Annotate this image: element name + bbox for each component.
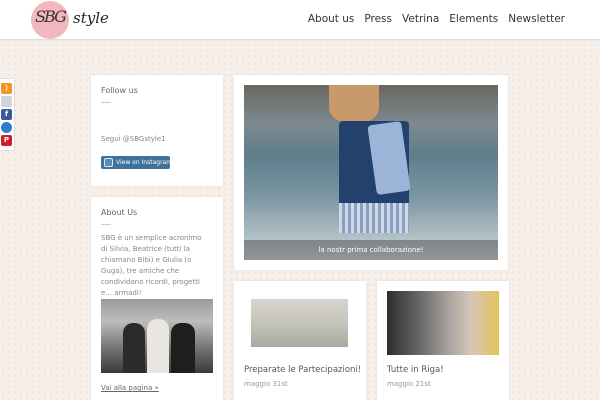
nav-item-newsletter[interactable]: Newsletter bbox=[508, 13, 565, 25]
featured-image[interactable]: la nostr prima collaborazione! bbox=[244, 85, 498, 260]
nav-item-vetrina[interactable]: Vetrina bbox=[402, 13, 439, 25]
photo-person bbox=[147, 319, 169, 373]
about-photo[interactable] bbox=[101, 299, 213, 373]
photo-dress-hem bbox=[339, 203, 409, 233]
main-nav: About us Press Vetrina Elements Newslett… bbox=[308, 13, 565, 25]
nav-item-press[interactable]: Press bbox=[364, 13, 392, 25]
facebook-icon[interactable]: f bbox=[1, 109, 12, 120]
web-icon[interactable] bbox=[1, 122, 12, 133]
post-thumbnail[interactable] bbox=[387, 291, 499, 355]
view-on-instagram-button[interactable]: View on Instagram bbox=[101, 156, 173, 169]
nav-item-about-us[interactable]: About us bbox=[308, 13, 355, 25]
mail-icon[interactable] bbox=[1, 96, 12, 107]
about-page-link[interactable]: Vai alla pagina » bbox=[101, 384, 159, 392]
about-text: SBG è un semplice acronimo di Silvia, Be… bbox=[101, 234, 202, 297]
logo-monogram: SBG bbox=[35, 7, 67, 26]
logo-wordmark[interactable]: style bbox=[73, 9, 109, 27]
instagram-icon bbox=[104, 158, 113, 167]
post-title[interactable]: Tutte in Riga! bbox=[387, 365, 444, 375]
follow-widget: Follow us Segui @SBGstyle1 View on Insta… bbox=[91, 75, 223, 186]
about-widget-title: About Us bbox=[101, 208, 138, 217]
pinterest-icon[interactable]: P bbox=[1, 135, 12, 146]
nav-item-elements[interactable]: Elements bbox=[449, 13, 498, 25]
photo-person bbox=[171, 323, 195, 373]
featured-post: la nostr prima collaborazione! bbox=[234, 75, 508, 270]
photo-person bbox=[123, 323, 145, 373]
logo[interactable]: SBG bbox=[31, 1, 69, 39]
title-divider bbox=[101, 102, 111, 103]
featured-caption[interactable]: la nostr prima collaborazione! bbox=[244, 240, 498, 260]
instagram-handle: Segui @SBGstyle1 bbox=[101, 135, 166, 143]
title-divider bbox=[101, 224, 111, 225]
post-card: Tutte in Riga! maggio 21st bbox=[377, 281, 509, 400]
rss-icon[interactable]: ) bbox=[1, 83, 12, 94]
post-title[interactable]: Preparate le Partecipazioni! bbox=[244, 365, 361, 375]
follow-widget-title: Follow us bbox=[101, 86, 138, 95]
site-header: SBG style About us Press Vetrina Element… bbox=[0, 0, 600, 40]
post-date: maggio 31st bbox=[244, 380, 288, 388]
post-card: Preparate le Partecipazioni! maggio 31st bbox=[234, 281, 366, 400]
post-thumbnail[interactable] bbox=[251, 299, 348, 347]
instagram-button-label: View on Instagram bbox=[116, 159, 173, 166]
post-date: maggio 21st bbox=[387, 380, 431, 388]
photo-hair bbox=[329, 85, 379, 123]
social-share-bar: ) f P bbox=[0, 78, 15, 151]
about-widget: About Us SBG è un semplice acronimo di S… bbox=[91, 197, 223, 400]
